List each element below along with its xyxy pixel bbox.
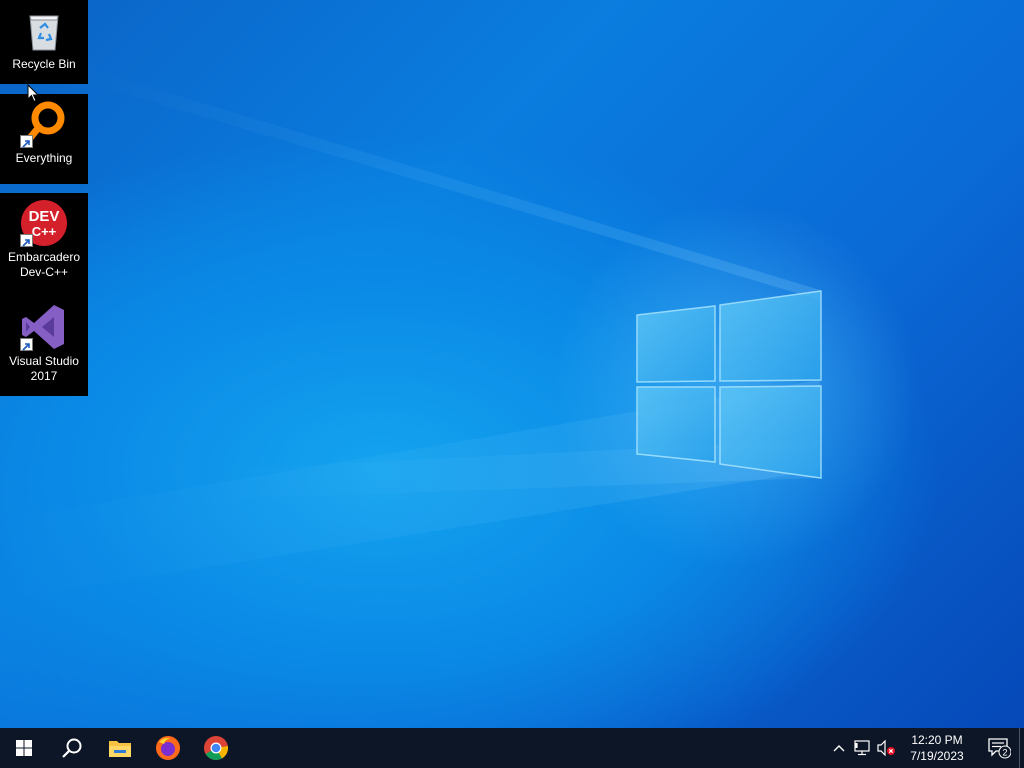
firefox-button[interactable] [144, 728, 192, 768]
notification-count: 2 [1002, 748, 1007, 758]
desktop-icon-label: Recycle Bin [12, 57, 76, 71]
shortcut-arrow-icon [20, 135, 33, 148]
desktop-icon-recycle-bin[interactable]: Recycle Bin [0, 0, 88, 84]
recycle-bin-icon [20, 6, 68, 54]
clock-date: 7/19/2023 [910, 749, 964, 763]
file-explorer-button[interactable] [96, 728, 144, 768]
svg-text:C++: C++ [32, 224, 57, 239]
chrome-button[interactable] [192, 728, 240, 768]
desktop-icon-label: Visual Studio 2017 [9, 354, 79, 383]
shortcut-arrow-icon [20, 338, 33, 351]
shortcut-arrow-icon [20, 234, 33, 247]
network-button[interactable] [851, 728, 875, 768]
desktop-background[interactable]: Recycle Bin Everything DEV C++ Embarcade… [0, 0, 1024, 728]
svg-text:DEV: DEV [29, 208, 60, 225]
notification-icon: 2 [988, 738, 1011, 759]
volume-button[interactable] [875, 728, 899, 768]
chrome-icon [204, 736, 229, 761]
chevron-up-icon [833, 745, 845, 752]
desktop-icon-label: Everything [15, 151, 73, 165]
desktop-icon-dev-cpp[interactable]: DEV C++ Embarcadero Dev-C++ [0, 193, 88, 297]
firefox-icon [156, 736, 180, 760]
mouse-cursor-icon [27, 84, 39, 103]
folder-icon [109, 741, 131, 757]
everything-search-icon [20, 100, 68, 148]
search-button[interactable] [48, 728, 96, 768]
network-icon [854, 740, 870, 756]
clock-time: 12:20 PM [911, 733, 963, 747]
clock[interactable]: 12:20 PM 7/19/2023 [903, 732, 971, 764]
desktop-icon-everything[interactable]: Everything [0, 94, 88, 184]
windows-wallpaper-logo [0, 60, 822, 600]
windows-logo-icon [16, 740, 32, 756]
action-center-button[interactable]: 2 [979, 728, 1019, 768]
taskbar: 12:20 PM 7/19/2023 2 [0, 728, 1024, 768]
desktop-icon-label: Embarcadero Dev-C++ [7, 250, 81, 279]
visual-studio-icon [20, 303, 68, 351]
desktop-icon-visual-studio[interactable]: Visual Studio 2017 [0, 297, 88, 396]
search-icon [62, 738, 82, 758]
volume-muted-icon [877, 740, 895, 756]
start-button[interactable] [0, 728, 48, 768]
dev-cpp-icon: DEV C++ [20, 199, 68, 247]
show-desktop-button[interactable] [1019, 728, 1024, 768]
show-hidden-icons-button[interactable] [827, 728, 851, 768]
system-tray: 12:20 PM 7/19/2023 2 [827, 728, 1024, 768]
